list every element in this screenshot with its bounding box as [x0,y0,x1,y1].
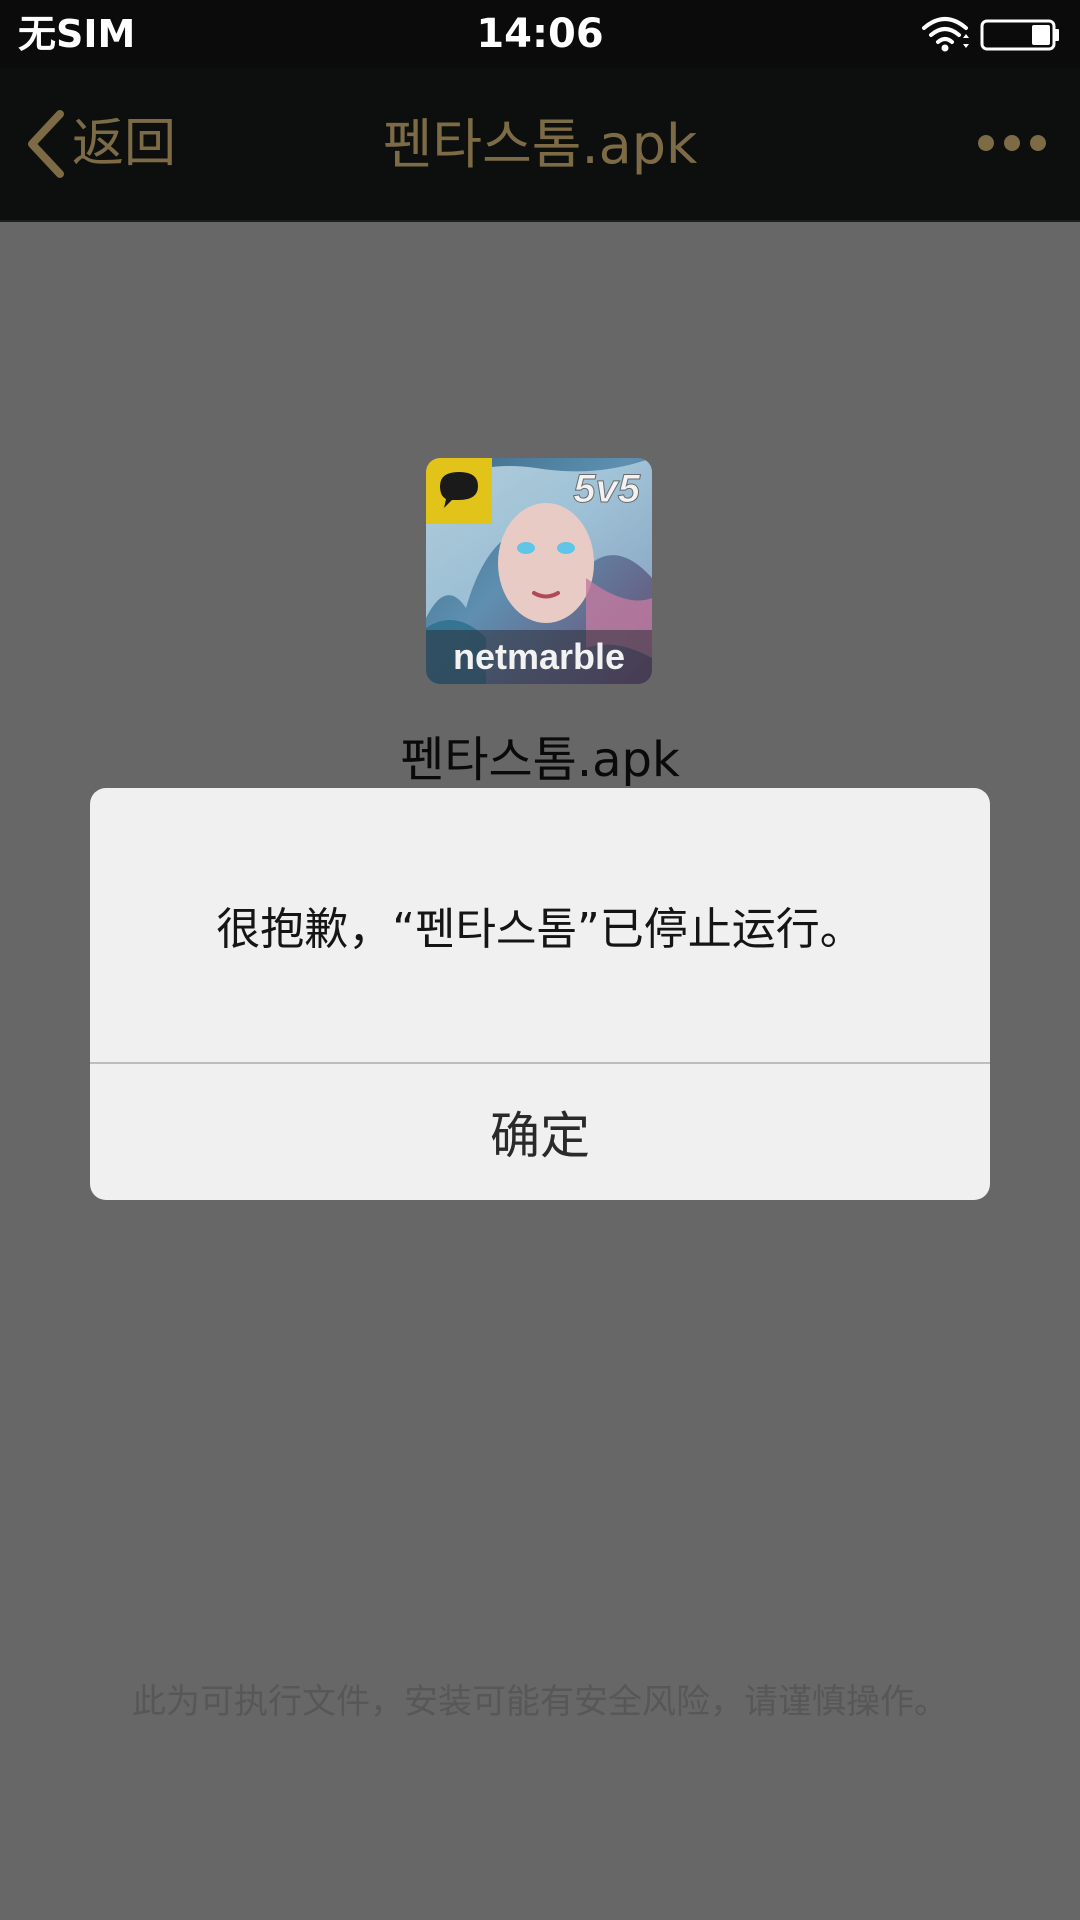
alert-dialog: 很抱歉，“펜타스톰”已停止运行。 确定 [90,788,990,1200]
wifi-icon [922,17,969,52]
status-bar: 无SIM 14:06 [0,0,1080,68]
confirm-button[interactable]: 确定 [90,1064,990,1200]
clock: 14:06 [476,11,604,57]
dialog-message: 很抱歉，“펜타스톰”已停止运行。 [216,904,864,955]
back-label: 返回 [72,114,177,174]
app-icon-brand: netmarble [453,636,625,677]
more-horizontal-icon[interactable] [976,128,1048,158]
nav-bar: 返回 펜타스톰.apk [0,68,1080,222]
app-icon: 5v5 netmarble [426,458,652,684]
battery-icon [980,19,1059,51]
file-name: 펜타스톰.apk [400,732,680,788]
security-note: 此为可执行文件，安装可能有安全风险，请谨慎操作。 [132,1682,948,1722]
back-button[interactable]: 返回 [22,106,176,182]
app-icon-badge: 5v5 [573,467,640,511]
app-icon-artwork: 5v5 netmarble [426,458,652,684]
page-title: 펜타스톰.apk [382,113,698,176]
chevron-left-icon [28,110,64,178]
